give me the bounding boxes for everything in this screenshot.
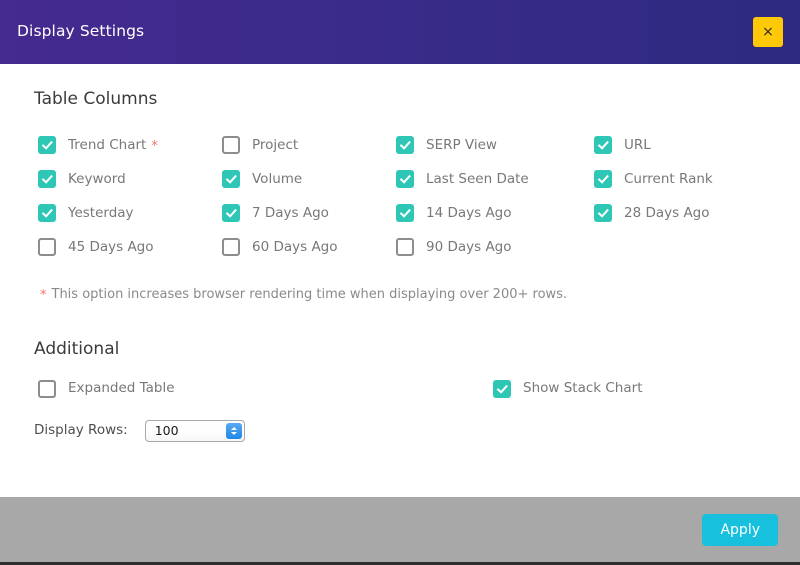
- checkbox-60-days-ago[interactable]: 60 Days Ago: [222, 238, 338, 257]
- checkbox-indicator[interactable]: [38, 136, 56, 155]
- checkbox-indicator[interactable]: [38, 238, 56, 257]
- close-button[interactable]: ×: [753, 17, 783, 47]
- checkbox-indicator[interactable]: [222, 136, 240, 155]
- additional-section: Additional Expanded Table Show Stack Cha…: [32, 339, 768, 442]
- checkbox-label: 90 Days Ago: [426, 238, 512, 255]
- checkbox-trend-chart[interactable]: Trend Chart *: [38, 136, 158, 155]
- grid-cell: Last Seen Date: [396, 162, 594, 196]
- checkbox-keyword[interactable]: Keyword: [38, 170, 126, 189]
- checkbox-label: SERP View: [426, 136, 497, 153]
- display-rows-row: Display Rows: 100: [34, 419, 768, 442]
- checkbox-label: Trend Chart: [68, 136, 147, 153]
- grid-cell: Trend Chart *: [38, 128, 222, 162]
- dialog-footer: Apply: [0, 497, 800, 565]
- display-settings-dialog: Display Settings × Table Columns Trend C…: [0, 0, 800, 565]
- display-rows-select[interactable]: 100: [144, 419, 245, 442]
- checkbox-label: Show Stack Chart: [523, 380, 643, 397]
- checkbox-show-stack-chart[interactable]: Show Stack Chart: [493, 379, 643, 398]
- checkbox-label: Current Rank: [624, 170, 713, 187]
- checkbox-indicator[interactable]: [594, 170, 612, 189]
- table-columns-grid: Trend Chart * Project SERP View URL Keyw…: [38, 128, 768, 264]
- checkbox-label: Expanded Table: [68, 380, 175, 397]
- checkbox-indicator[interactable]: [38, 379, 56, 398]
- footnote-marker-icon: *: [40, 288, 47, 304]
- checkbox-90-days-ago[interactable]: 90 Days Ago: [396, 238, 512, 257]
- grid-cell: 28 Days Ago: [594, 196, 768, 230]
- grid-cell: URL: [594, 128, 768, 162]
- stepper-arrows-icon[interactable]: [225, 422, 242, 439]
- chevron-up-icon: [230, 426, 237, 430]
- additional-slot-left: Expanded Table: [38, 379, 493, 398]
- checkbox-serp-view[interactable]: SERP View: [396, 136, 497, 155]
- checkbox-label: Keyword: [68, 170, 126, 187]
- grid-cell: Volume: [222, 162, 396, 196]
- additional-slot-right: Show Stack Chart: [493, 379, 643, 398]
- chevron-down-icon: [230, 431, 237, 435]
- checkbox-indicator[interactable]: [396, 238, 414, 257]
- checkbox-last-seen-date[interactable]: Last Seen Date: [396, 170, 529, 189]
- page-title: Display Settings: [17, 22, 145, 41]
- checkbox-label: Project: [252, 136, 299, 153]
- checkbox-url[interactable]: URL: [594, 136, 651, 155]
- additional-options-row: Expanded Table Show Stack Chart: [38, 379, 768, 398]
- checkbox-45-days-ago[interactable]: 45 Days Ago: [38, 238, 154, 257]
- grid-cell: 90 Days Ago: [396, 230, 594, 264]
- checkbox-volume[interactable]: Volume: [222, 170, 303, 189]
- checkbox-yesterday[interactable]: Yesterday: [38, 204, 134, 223]
- dialog-body: Table Columns Trend Chart * Project SERP…: [0, 64, 800, 497]
- checkbox-indicator[interactable]: [222, 204, 240, 223]
- checkbox-project[interactable]: Project: [222, 136, 299, 155]
- grid-cell: Current Rank: [594, 162, 768, 196]
- checkbox-28-days-ago[interactable]: 28 Days Ago: [594, 204, 710, 223]
- checkbox-label: Last Seen Date: [426, 170, 529, 187]
- grid-cell: Yesterday: [38, 196, 222, 230]
- checkbox-indicator[interactable]: [396, 170, 414, 189]
- grid-cell: Keyword: [38, 162, 222, 196]
- grid-cell: 7 Days Ago: [222, 196, 396, 230]
- checkbox-14-days-ago[interactable]: 14 Days Ago: [396, 204, 512, 223]
- required-marker-icon: *: [151, 138, 158, 154]
- checkbox-indicator[interactable]: [493, 379, 511, 398]
- checkbox-label: URL: [624, 136, 651, 153]
- checkbox-indicator[interactable]: [396, 136, 414, 155]
- grid-cell: 60 Days Ago: [222, 230, 396, 264]
- footnote: * This option increases browser renderin…: [40, 287, 768, 304]
- grid-cell-empty: [594, 230, 768, 264]
- dialog-header: Display Settings ×: [0, 0, 800, 64]
- checkbox-indicator[interactable]: [38, 170, 56, 189]
- checkbox-label: 7 Days Ago: [252, 204, 329, 221]
- checkbox-label: Volume: [252, 170, 303, 187]
- checkbox-7-days-ago[interactable]: 7 Days Ago: [222, 204, 329, 223]
- grid-cell: Project: [222, 128, 396, 162]
- checkbox-indicator[interactable]: [38, 204, 56, 223]
- apply-button[interactable]: Apply: [702, 513, 778, 546]
- table-columns-heading: Table Columns: [34, 89, 158, 109]
- checkbox-indicator[interactable]: [222, 170, 240, 189]
- checkbox-indicator[interactable]: [594, 136, 612, 155]
- checkbox-label: 45 Days Ago: [68, 238, 154, 255]
- checkbox-indicator[interactable]: [396, 204, 414, 223]
- checkbox-indicator[interactable]: [222, 238, 240, 257]
- close-icon: ×: [762, 24, 774, 40]
- checkbox-label: 14 Days Ago: [426, 204, 512, 221]
- checkbox-label: Yesterday: [68, 204, 134, 221]
- checkbox-label: 60 Days Ago: [252, 238, 338, 255]
- additional-heading: Additional: [34, 339, 120, 360]
- grid-cell: 45 Days Ago: [38, 230, 222, 264]
- checkbox-indicator[interactable]: [594, 204, 612, 223]
- checkbox-label: 28 Days Ago: [624, 204, 710, 221]
- footnote-text: This option increases browser rendering …: [51, 287, 568, 303]
- grid-cell: 14 Days Ago: [396, 196, 594, 230]
- grid-cell: SERP View: [396, 128, 594, 162]
- checkbox-expanded-table[interactable]: Expanded Table: [38, 379, 493, 398]
- display-rows-value: 100: [154, 422, 179, 438]
- display-rows-label: Display Rows:: [34, 422, 128, 439]
- checkbox-current-rank[interactable]: Current Rank: [594, 170, 713, 189]
